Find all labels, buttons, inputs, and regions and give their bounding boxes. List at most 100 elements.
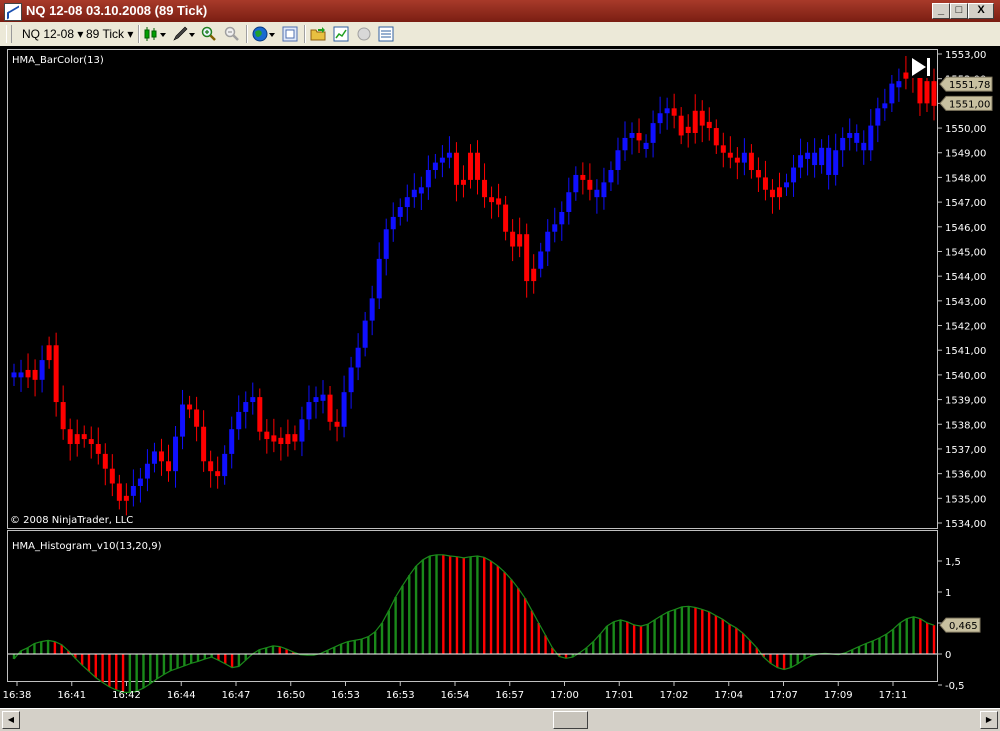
price-bar	[854, 132, 860, 143]
time-tick-label: 17:01	[605, 690, 634, 701]
price-bar	[559, 211, 565, 225]
chevron-down-icon: ▾	[127, 27, 134, 41]
price-tick-label: 1539,00	[945, 396, 986, 407]
price-axis: 1553,001552,001551,001550,001549,001548,…	[938, 50, 993, 530]
price-bar	[88, 439, 94, 445]
price-bar	[489, 197, 495, 203]
price-bar	[158, 451, 164, 462]
price-bar	[692, 110, 698, 133]
price-tick-label: 1535,00	[945, 494, 986, 505]
time-tick-label: 16:53	[386, 690, 415, 701]
price-bar	[81, 434, 87, 440]
price-bar	[833, 150, 839, 175]
window-title: NQ 12-08 03.10.2008 (89 Tick)	[26, 3, 208, 18]
horizontal-scrollbar[interactable]: ◀ ▶	[0, 708, 1000, 731]
time-tick-label: 17:00	[550, 690, 579, 701]
price-bar	[664, 108, 670, 114]
time-tick-label: 16:54	[441, 690, 470, 701]
price-bar	[376, 258, 382, 299]
close-button[interactable]: X	[968, 3, 994, 19]
time-tick-label: 16:38	[3, 690, 32, 701]
price-bar	[194, 409, 200, 427]
price-bar	[306, 402, 312, 420]
scrollbar-thumb[interactable]	[553, 711, 588, 729]
window-title-bar[interactable]: NQ 12-08 03.10.2008 (89 Tick) _ □ X	[0, 0, 1000, 22]
price-bar	[355, 347, 361, 368]
price-tick-label: 1536,00	[945, 470, 986, 481]
histogram-axis: 1,510,50-0,50,465	[938, 557, 981, 692]
price-bar	[243, 402, 249, 412]
price-bar	[776, 187, 782, 198]
instrument-label: NQ 12-08	[22, 27, 75, 41]
folder-icon[interactable]	[310, 26, 326, 42]
scroll-left-arrow-icon[interactable]: ◀	[2, 711, 20, 729]
candlestick-icon[interactable]	[143, 26, 167, 42]
price-bar	[924, 81, 930, 104]
chart-properties-icon[interactable]	[333, 26, 349, 42]
price-tick-label: 1548,00	[945, 173, 986, 184]
histogram-indicator-label: HMA_Histogram_v10(13,20,9)	[12, 541, 162, 552]
time-axis: 16:38 16:41 16:42 16:44 16:47 16:50 16:53 16:53…	[3, 682, 907, 701]
price-bar	[144, 463, 150, 479]
price-bar	[769, 189, 775, 198]
price-tick-label: 1541,00	[945, 346, 986, 357]
price-bar	[404, 197, 410, 208]
price-bar	[727, 152, 733, 158]
price-bar	[699, 110, 705, 126]
price-bar	[517, 234, 523, 247]
chart-area[interactable]: 1553,001552,001551,001550,001549,001548,…	[0, 46, 1000, 708]
record-icon[interactable]	[356, 26, 372, 42]
price-bar	[74, 434, 80, 445]
chart-canvas[interactable]: 1553,001552,001551,001550,001549,001548,…	[0, 46, 1000, 708]
price-bar	[861, 142, 867, 151]
price-bar	[608, 170, 614, 183]
time-tick-label: 16:41	[57, 690, 86, 701]
instrument-selector[interactable]: NQ 12-08 ▾	[22, 25, 83, 43]
price-bar	[425, 170, 431, 188]
price-bar	[819, 147, 825, 166]
scroll-to-end-icon[interactable]	[909, 56, 933, 78]
price-bar	[397, 207, 403, 217]
price-bar	[903, 72, 909, 79]
price-bar	[348, 367, 354, 393]
toolbar-grip[interactable]	[6, 25, 12, 43]
price-bar	[748, 152, 754, 171]
price-tick-label: 1553,00	[945, 50, 986, 61]
zoom-in-icon[interactable]	[201, 26, 217, 42]
price-bar	[327, 394, 333, 422]
globe-icon[interactable]	[252, 26, 276, 42]
data-box-icon[interactable]	[282, 26, 298, 42]
toolbar-separator	[138, 25, 140, 43]
interval-selector[interactable]: 89 Tick ▾	[86, 25, 133, 43]
price-tick-label: 1534,00	[945, 519, 986, 530]
scroll-right-arrow-icon[interactable]: ▶	[980, 711, 998, 729]
price-bar	[11, 372, 17, 378]
maximize-button[interactable]: □	[950, 3, 968, 19]
price-bar	[173, 436, 179, 472]
price-bar	[46, 345, 52, 361]
price-bar	[847, 132, 853, 138]
pencil-icon[interactable]	[172, 26, 196, 42]
price-bar	[671, 108, 677, 116]
price-bar	[418, 187, 424, 194]
price-bar	[475, 152, 481, 180]
price-bar	[95, 444, 101, 454]
price-bar	[812, 152, 818, 166]
price-bar	[601, 182, 607, 198]
list-icon[interactable]	[378, 26, 394, 42]
price-bar	[798, 155, 804, 168]
price-bar	[53, 345, 59, 403]
minimize-button[interactable]: _	[932, 3, 950, 19]
price-bar	[432, 162, 438, 171]
price-bar	[734, 157, 740, 163]
price-bar	[292, 434, 298, 442]
price-bar	[566, 192, 572, 212]
price-bar	[784, 182, 790, 188]
zoom-out-icon[interactable]	[224, 26, 240, 42]
price-bar	[791, 167, 797, 183]
chevron-down-icon: ▾	[77, 27, 84, 41]
time-tick-label: 16:57	[495, 690, 524, 701]
price-tick-label: 1543,00	[945, 297, 986, 308]
histogram-bars	[8, 554, 937, 693]
price-bar	[622, 137, 628, 151]
